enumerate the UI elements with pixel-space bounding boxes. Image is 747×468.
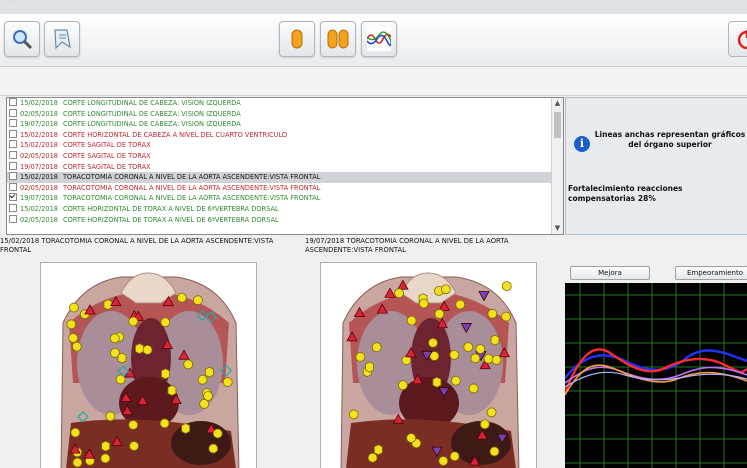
record-date: 15/02/2018 xyxy=(20,173,59,182)
records-list[interactable]: 15/02/2018 CORTE LONGITUDINAL DE CABEZA: … xyxy=(6,97,564,235)
list-item[interactable]: 02/05/2018 CORTE LONGITUDINAL DE CABEZA: … xyxy=(7,108,563,120)
record-checkbox[interactable] xyxy=(9,119,17,128)
tab-empeoramiento[interactable]: Empeoramiento xyxy=(675,266,747,280)
info-panel: i Lineas anchas representan gráficos del… xyxy=(565,97,747,235)
toolbar xyxy=(0,14,747,67)
list-item[interactable]: 15/02/2018 CORTE LONGITUDINAL DE CABEZA: … xyxy=(7,98,563,109)
record-title: CORTE LONGITUDINAL DE CABEZA: VISION IZQ… xyxy=(63,99,241,107)
record-title: CORTE HORIZONTAL DE TORAX A NIVEL DE 6ªV… xyxy=(63,215,279,224)
bookmark-icon xyxy=(54,29,71,50)
record-date: 15/02/2018 xyxy=(20,130,59,139)
scroll-down-icon[interactable]: ▼ xyxy=(552,223,563,234)
power-icon xyxy=(737,30,747,50)
list-item[interactable]: 02/05/2018 TORACOTOMIA CORONAL A NIVEL DE… xyxy=(7,182,563,194)
list-item[interactable]: 15/02/2018 CORTE HORIZONTAL DE CABEZA A N… xyxy=(7,129,563,141)
single-capsule-icon xyxy=(291,29,303,49)
record-checkbox[interactable] xyxy=(9,172,17,181)
record-title: CORTE LONGITUDINAL DE CABEZA: VISION IZQ… xyxy=(63,120,241,129)
record-date: 19/07/2018 xyxy=(20,194,59,203)
record-date: 19/07/2018 xyxy=(20,162,59,171)
record-date: 02/05/2018 xyxy=(20,215,59,224)
bookmark-button[interactable] xyxy=(44,21,80,57)
list-item[interactable]: 19/07/2018 TORACOTOMIA CORONAL A NIVEL DE… xyxy=(7,193,563,204)
app-window: ... 15/02/2018 CORTE LONGITUDINAL DE CABE… xyxy=(0,0,747,468)
window-title: ... xyxy=(6,1,15,11)
record-checkbox[interactable] xyxy=(9,193,17,202)
record-title: CORTE HORIZONTAL DE CABEZA A NIVEL DEL C… xyxy=(63,130,288,139)
list-item[interactable]: 02/05/2018 CORTE SAGITAL DE TORAX xyxy=(7,150,563,162)
info-message: Lineas anchas representan gráficos del ó… xyxy=(594,130,746,149)
compensatory-reaction-text: Fortalecimiento reacciones compensatoria… xyxy=(568,184,683,203)
record-title: TORACOTOMIA CORONAL A NIVEL DE LA AORTA … xyxy=(63,194,321,203)
list-item[interactable]: 19/07/2018 CORTE LONGITUDINAL DE CABEZA: … xyxy=(7,119,563,130)
record-title: CORTE HORIZONTAL DE TORAX A NIVEL DE 6ªV… xyxy=(63,204,279,213)
list-item[interactable]: 15/02/2018 CORTE SAGITAL DE TORAX xyxy=(7,140,563,151)
record-checkbox[interactable] xyxy=(9,140,17,149)
info-icon: i xyxy=(574,136,590,152)
record-date: 15/02/2018 xyxy=(20,141,59,150)
exit-button[interactable] xyxy=(728,21,747,57)
list-item[interactable]: 19/07/2018 CORTE SAGITAL DE TORAX xyxy=(7,161,563,173)
scroll-up-icon[interactable]: ▲ xyxy=(552,98,563,109)
record-checkbox[interactable] xyxy=(9,161,17,170)
record-title: CORTE SAGITAL DE TORAX xyxy=(63,162,151,171)
right-view-caption: 19/07/2018 TORACOTOMIA CORONAL A NIVEL D… xyxy=(305,237,509,254)
record-checkbox[interactable] xyxy=(9,129,17,138)
record-date: 02/05/2018 xyxy=(20,151,59,160)
record-checkbox[interactable] xyxy=(9,150,17,159)
magnifier-icon xyxy=(13,30,33,50)
trend-chart xyxy=(563,283,747,468)
record-date: 02/05/2018 xyxy=(20,109,59,118)
record-title: TORACOTOMIA CORONAL A NIVEL DE LA AORTA … xyxy=(63,173,321,182)
single-view-button[interactable] xyxy=(279,21,315,57)
search-button[interactable] xyxy=(4,21,40,57)
trend-tabs: Mejora Empeoramiento xyxy=(565,262,747,280)
record-date: 15/02/2018 xyxy=(20,204,59,213)
record-checkbox[interactable] xyxy=(9,98,17,106)
list-item[interactable]: 15/02/2018 CORTE HORIZONTAL DE TORAX A NI… xyxy=(7,203,563,215)
record-date: 15/02/2018 xyxy=(20,99,59,107)
double-capsule-icon xyxy=(327,29,349,49)
record-title: CORTE SAGITAL DE TORAX xyxy=(63,141,151,150)
record-date: 02/05/2018 xyxy=(20,183,59,192)
secondary-bar xyxy=(0,67,747,96)
record-checkbox[interactable] xyxy=(9,214,17,223)
graph-view-button[interactable] xyxy=(361,21,397,57)
record-title: CORTE SAGITAL DE TORAX xyxy=(63,151,151,160)
record-date: 19/07/2018 xyxy=(20,120,59,129)
scroll-thumb[interactable] xyxy=(554,112,561,138)
list-scrollbar[interactable]: ▲ ▼ xyxy=(551,98,563,234)
list-item[interactable]: 15/02/2018 TORACOTOMIA CORONAL A NIVEL DE… xyxy=(7,172,563,183)
record-checkbox[interactable] xyxy=(9,108,17,117)
tab-mejora[interactable]: Mejora xyxy=(570,266,650,280)
record-checkbox[interactable] xyxy=(9,182,17,191)
right-scan-image[interactable] xyxy=(320,262,537,468)
wave-graph-icon xyxy=(367,27,391,51)
title-bar: ... xyxy=(0,0,747,14)
compare-view-button[interactable] xyxy=(320,21,356,57)
left-view-caption: 15/02/2018 TORACOTOMIA CORONAL A NIVEL D… xyxy=(0,237,274,254)
left-scan-image[interactable] xyxy=(40,262,257,468)
record-title: CORTE LONGITUDINAL DE CABEZA: VISION IZQ… xyxy=(63,109,241,118)
list-item[interactable]: 02/05/2018 CORTE HORIZONTAL DE TORAX A NI… xyxy=(7,214,563,226)
record-checkbox[interactable] xyxy=(9,203,17,212)
record-title: TORACOTOMIA CORONAL A NIVEL DE LA AORTA … xyxy=(63,183,321,192)
